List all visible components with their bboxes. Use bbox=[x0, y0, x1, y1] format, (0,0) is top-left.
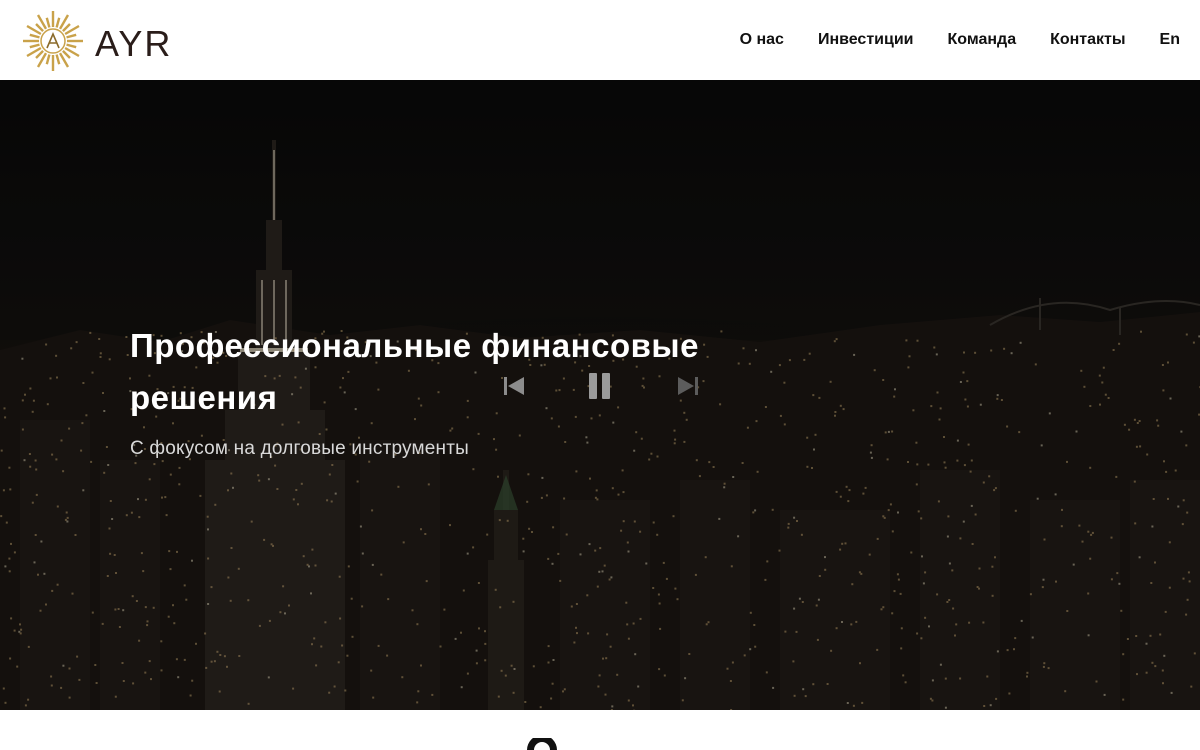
site-header: AYR О нас Инвестиции Команда Контакты En bbox=[0, 0, 1200, 80]
nav-item-about[interactable]: О нас bbox=[740, 31, 784, 49]
next-section-preview bbox=[0, 710, 1200, 750]
main-nav: О нас Инвестиции Команда Контакты En bbox=[706, 0, 1180, 80]
skip-previous-icon[interactable] bbox=[500, 368, 528, 404]
pause-icon[interactable] bbox=[585, 368, 615, 404]
skip-next-icon[interactable] bbox=[674, 368, 702, 404]
brand-logo[interactable]: AYR bbox=[22, 10, 173, 71]
nav-item-investments[interactable]: Инвестиции bbox=[818, 31, 914, 49]
nav-item-contacts[interactable]: Контакты bbox=[1050, 31, 1125, 49]
language-switch[interactable]: En bbox=[1160, 31, 1180, 49]
hero-title: Профессиональные финансовые решения bbox=[130, 327, 699, 417]
nav-item-team[interactable]: Команда bbox=[948, 31, 1017, 49]
hero-subtitle: С фокусом на долговые инструменты bbox=[130, 438, 469, 459]
hero-section: Профессиональные финансовые решения С фо… bbox=[0, 80, 1200, 710]
sunburst-logo-icon bbox=[23, 11, 83, 71]
location-pin-icon bbox=[527, 738, 557, 750]
brand-name: AYR bbox=[95, 23, 173, 64]
